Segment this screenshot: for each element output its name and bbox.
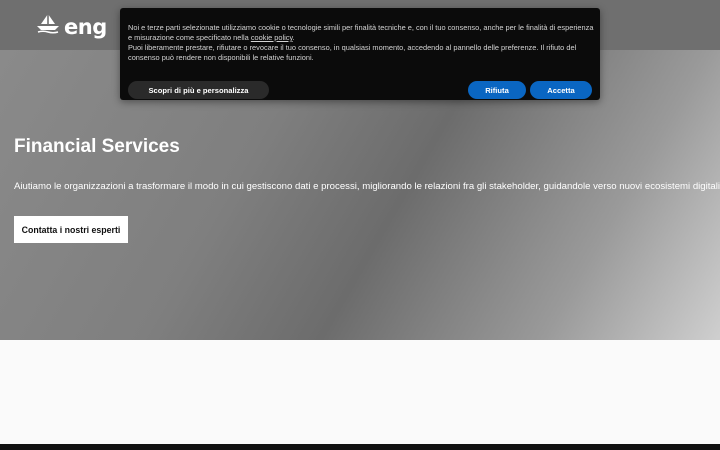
cookie-text-period: . (292, 33, 295, 42)
hero-description: Aiutiamo le organizzazioni a trasformare… (14, 181, 720, 192)
brand-logo[interactable]: eng (36, 13, 107, 40)
cookie-text-consent-info: Puoi liberamente prestare, rifiutare o r… (128, 43, 577, 62)
content-area (0, 340, 720, 444)
cookie-consent-text: Noi e terze parti selezionate utilizziam… (128, 23, 594, 63)
hero-title: Financial Services (14, 136, 180, 157)
footer-bar (0, 444, 720, 450)
cookie-policy-link[interactable]: cookie policy (251, 33, 293, 42)
learn-more-customize-button[interactable]: Scopri di più e personalizza (128, 81, 269, 99)
cookie-consent-banner: Noi e terze parti selezionate utilizziam… (120, 8, 600, 100)
reject-button[interactable]: Rifiuta (468, 81, 526, 99)
ship-icon (36, 13, 60, 40)
brand-name: eng (64, 14, 107, 39)
accept-button[interactable]: Accetta (530, 81, 592, 99)
contact-experts-button[interactable]: Contatta i nostri esperti (14, 216, 128, 243)
cookie-text-intro: Noi e terze parti selezionate utilizziam… (128, 23, 594, 42)
